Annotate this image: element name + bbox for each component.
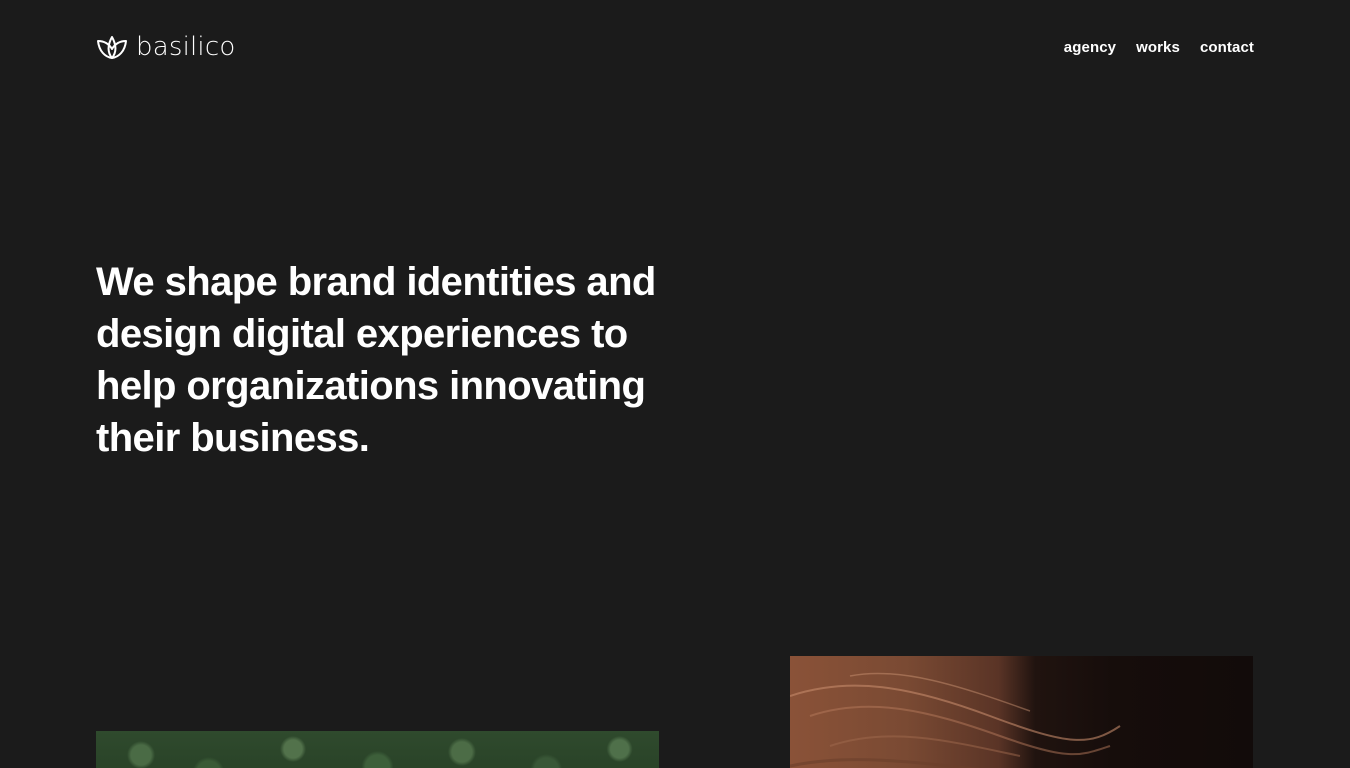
- nav-item-works[interactable]: works: [1136, 39, 1180, 56]
- leaf-icon: [96, 33, 128, 61]
- main-nav: agency works contact: [1044, 39, 1254, 56]
- nav-item-contact[interactable]: contact: [1200, 39, 1254, 56]
- brand-name: basilico: [136, 32, 236, 62]
- nav-item-agency[interactable]: agency: [1064, 39, 1116, 56]
- hero-heading: We shape brand identities and design dig…: [96, 260, 656, 460]
- site-header: basilico agency works contact: [96, 30, 1254, 64]
- logo-link[interactable]: basilico: [96, 33, 235, 61]
- hair-portrait-image[interactable]: [790, 656, 1253, 768]
- page: basilico agency works contact We shape b…: [0, 0, 1350, 768]
- forest-image[interactable]: [96, 731, 659, 768]
